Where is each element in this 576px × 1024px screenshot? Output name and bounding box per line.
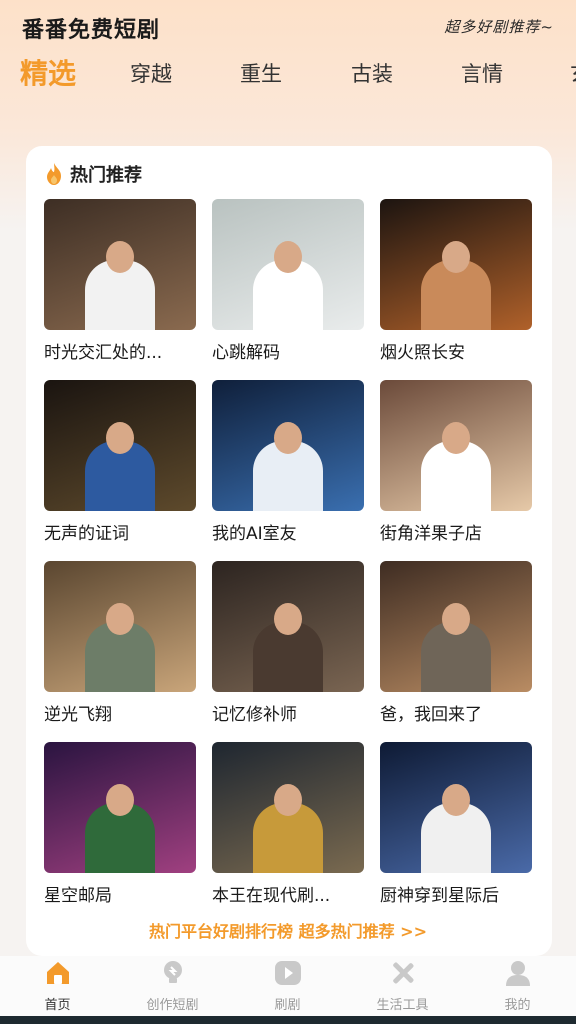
- app-header: 番番免费短剧 超多好剧推荐~: [0, 0, 576, 52]
- drama-title: 时光交汇处的...: [44, 343, 163, 363]
- poster-figure-head: [274, 241, 302, 273]
- poster-figure-head: [442, 422, 470, 454]
- ranking-link[interactable]: 热门平台好剧排行榜 超多热门推荐 >>: [0, 918, 576, 942]
- user-icon: [505, 961, 530, 986]
- drama-poster[interactable]: [380, 742, 532, 873]
- drama-poster[interactable]: [212, 742, 364, 873]
- tab-romance[interactable]: 言情: [461, 52, 503, 96]
- drama-title: 烟火照长安: [380, 343, 465, 363]
- drama-title: 心跳解码: [212, 343, 280, 363]
- nav-watch[interactable]: 刷剧: [230, 956, 345, 1016]
- tab-costume[interactable]: 古装: [351, 52, 393, 96]
- drama-grid: 时光交汇处的... 心跳解码 烟火照长安无声的证词 我的AI室友 街角洋果子店逆光飞翔 记…: [44, 199, 532, 923]
- drama-card[interactable]: 无声的证词: [44, 380, 196, 561]
- drama-title: 无声的证词: [44, 524, 129, 544]
- tab-featured[interactable]: 精选: [20, 52, 76, 96]
- poster-figure-head: [274, 603, 302, 635]
- poster-figure-head: [274, 422, 302, 454]
- nav-label-home: 首页: [44, 998, 71, 1013]
- drama-title: 爸，我回来了: [380, 705, 482, 725]
- poster-figure-head: [274, 784, 302, 816]
- drama-poster[interactable]: [380, 199, 532, 330]
- drama-title: 街角洋果子店: [380, 524, 482, 544]
- category-tabs: 精选 穿越 重生 古装 言情 玄: [0, 52, 576, 96]
- tools-icon: [392, 962, 413, 984]
- drama-card[interactable]: 星空邮局: [44, 742, 196, 923]
- nav-label-create: 创作短剧: [146, 998, 199, 1013]
- poster-figure-head: [106, 422, 134, 454]
- drama-card[interactable]: 爸，我回来了: [380, 561, 532, 742]
- bulb-icon: [163, 961, 182, 983]
- drama-card[interactable]: 街角洋果子店: [380, 380, 532, 561]
- poster-figure-head: [106, 241, 134, 273]
- drama-poster[interactable]: [380, 561, 532, 692]
- nav-label-watch: 刷剧: [274, 998, 301, 1013]
- drama-card[interactable]: 心跳解码: [212, 199, 364, 380]
- section-header: 热门推荐: [44, 160, 142, 188]
- section-title: 热门推荐: [70, 165, 142, 186]
- drama-card[interactable]: 记忆修补师: [212, 561, 364, 742]
- drama-poster[interactable]: [212, 561, 364, 692]
- nav-label-profile: 我的: [504, 998, 531, 1013]
- drama-title: 星空邮局: [44, 886, 112, 906]
- drama-card[interactable]: 厨神穿到星际后: [380, 742, 532, 923]
- drama-title: 记忆修补师: [212, 705, 297, 725]
- drama-card[interactable]: 逆光飞翔: [44, 561, 196, 742]
- poster-figure-head: [106, 784, 134, 816]
- drama-poster[interactable]: [212, 199, 364, 330]
- tab-time-travel[interactable]: 穿越: [130, 52, 172, 96]
- nav-label-tools: 生活工具: [376, 998, 429, 1013]
- slogan: 超多好剧推荐~: [444, 18, 554, 36]
- nav-profile[interactable]: 我的: [460, 956, 575, 1016]
- drama-poster[interactable]: [44, 380, 196, 511]
- drama-poster[interactable]: [212, 380, 364, 511]
- nav-tools[interactable]: 生活工具: [345, 956, 460, 1016]
- drama-card[interactable]: 烟火照长安: [380, 199, 532, 380]
- drama-title: 厨神穿到星际后: [380, 886, 499, 906]
- bottom-nav: 首页 创作短剧 刷剧 生活工具 我的: [0, 956, 576, 1016]
- poster-figure-head: [442, 241, 470, 273]
- poster-figure-head: [442, 603, 470, 635]
- drama-title: 逆光飞翔: [44, 705, 112, 725]
- drama-poster[interactable]: [44, 199, 196, 330]
- drama-poster[interactable]: [44, 561, 196, 692]
- drama-card[interactable]: 本王在现代刷...: [212, 742, 364, 923]
- nav-create[interactable]: 创作短剧: [115, 956, 230, 1016]
- home-icon: [46, 962, 69, 984]
- tab-fantasy[interactable]: 玄: [570, 52, 576, 96]
- tab-rebirth[interactable]: 重生: [240, 52, 282, 96]
- system-bar: [0, 1016, 576, 1024]
- nav-home[interactable]: 首页: [0, 956, 115, 1016]
- drama-card[interactable]: 时光交汇处的...: [44, 199, 196, 380]
- drama-title: 我的AI室友: [212, 524, 297, 544]
- drama-card[interactable]: 我的AI室友: [212, 380, 364, 561]
- drama-poster[interactable]: [380, 380, 532, 511]
- drama-title: 本王在现代刷...: [212, 886, 331, 906]
- play-icon: [274, 961, 301, 985]
- poster-figure-head: [442, 784, 470, 816]
- drama-poster[interactable]: [44, 742, 196, 873]
- poster-figure-head: [106, 603, 134, 635]
- fire-icon: [47, 163, 61, 185]
- app-title: 番番免费短剧: [22, 18, 161, 43]
